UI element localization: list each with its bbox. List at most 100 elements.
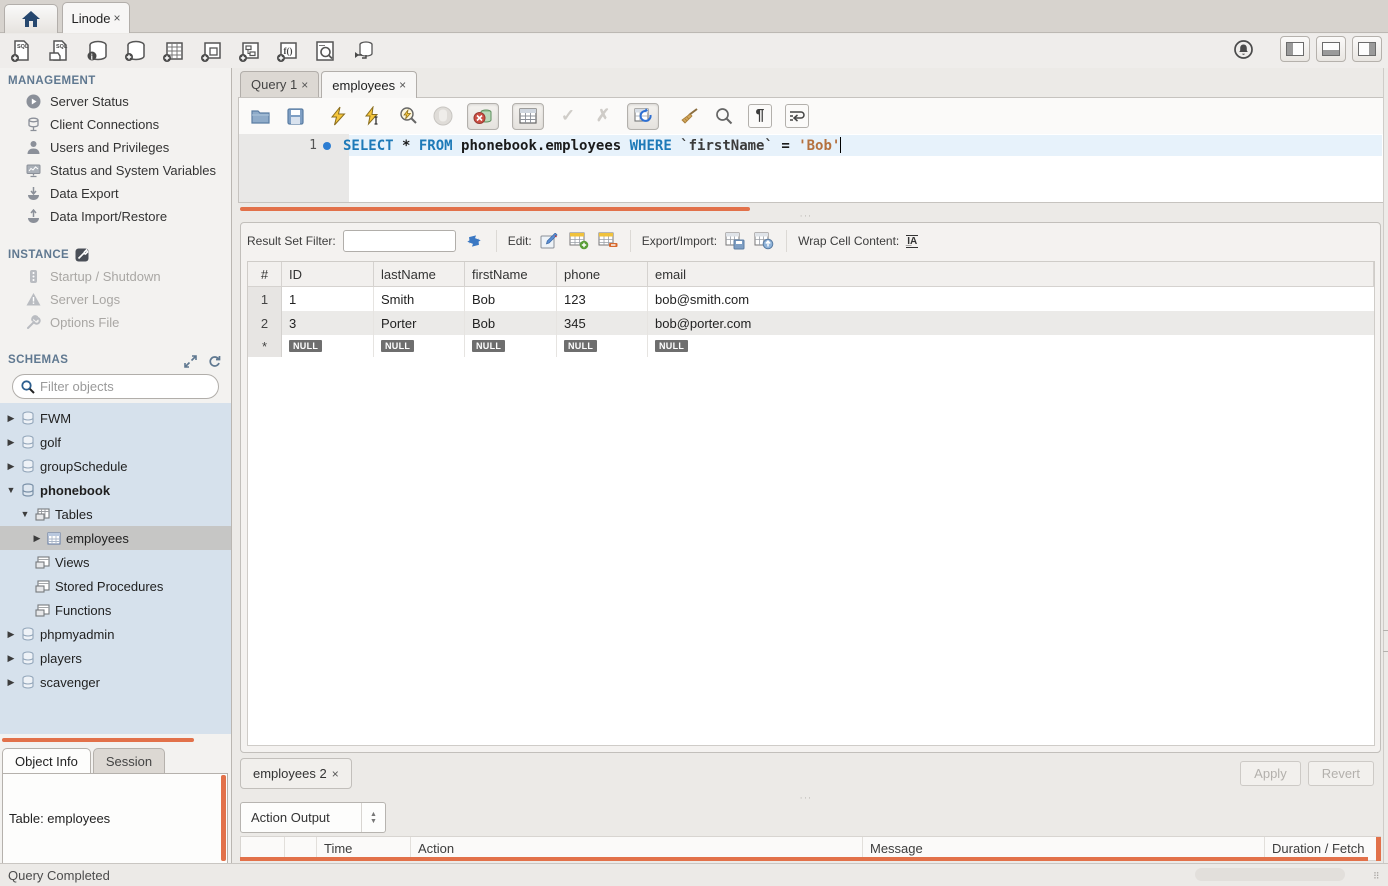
tree-item-table-employees[interactable]: ▶ employees — [0, 526, 231, 550]
column-header-rownum[interactable]: # — [248, 262, 282, 286]
insert-row-icon[interactable] — [568, 231, 590, 251]
sql-statement[interactable]: SELECT * FROM phonebook.employees WHERE … — [343, 137, 841, 154]
sidebar-item-users-privileges[interactable]: Users and Privileges — [0, 136, 231, 159]
home-tab[interactable] — [4, 4, 58, 33]
notifications-icon[interactable] — [1230, 36, 1256, 62]
create-table-icon[interactable] — [160, 38, 186, 64]
collapsed-arrow-icon[interactable]: ▶ — [6, 437, 16, 448]
sidebar-item-server-logs[interactable]: Server Logs — [0, 288, 231, 311]
window-resize-grip[interactable]: ⠿ — [1373, 871, 1385, 883]
sidebar-item-options-file[interactable]: Options File — [0, 311, 231, 334]
create-function-icon[interactable]: f() — [274, 38, 300, 64]
sidebar-item-client-connections[interactable]: Client Connections — [0, 113, 231, 136]
collapsed-arrow-icon[interactable]: ▶ — [6, 461, 16, 472]
grid-cell[interactable]: Smith — [374, 287, 465, 311]
column-header-phone[interactable]: phone — [557, 262, 648, 286]
tree-item-schema[interactable]: ▶ scavenger — [0, 670, 231, 694]
column-header-firstname[interactable]: firstName — [465, 262, 557, 286]
output-selector[interactable]: Action Output ▲▼ — [240, 802, 386, 833]
beautify-script-icon[interactable] — [678, 105, 700, 127]
row-number-cell[interactable]: * — [248, 335, 282, 357]
result-filter-input[interactable] — [343, 230, 456, 252]
toggle-output-area-button[interactable] — [1316, 36, 1346, 62]
refresh-results-icon[interactable] — [463, 231, 485, 251]
tab-employees-2[interactable]: employees 2 × — [240, 758, 352, 789]
grid-cell[interactable]: 3 — [282, 311, 374, 335]
editor-result-splitter[interactable]: ∙∙∙ — [800, 211, 813, 220]
toggle-stop-on-error-button[interactable] — [467, 103, 499, 130]
tree-item-schema[interactable]: ▶ FWM — [0, 406, 231, 430]
find-icon[interactable] — [713, 105, 735, 127]
toggle-autocommit-button[interactable] — [627, 103, 659, 130]
column-header-id[interactable]: ID — [282, 262, 374, 286]
grid-cell[interactable]: NULL — [374, 335, 465, 357]
tab-close-icon[interactable]: × — [301, 78, 308, 92]
tab-session[interactable]: Session — [93, 748, 165, 773]
sidebar-item-data-import[interactable]: Data Import/Restore — [0, 205, 231, 228]
collapsed-arrow-icon[interactable]: ▶ — [32, 533, 42, 544]
create-schema-icon[interactable] — [122, 38, 148, 64]
right-panel-grip[interactable] — [1383, 630, 1388, 652]
create-view-icon[interactable] — [198, 38, 224, 64]
create-procedure-icon[interactable] — [236, 38, 262, 64]
tree-item-schema[interactable]: ▶ phpmyadmin — [0, 622, 231, 646]
tab-object-info[interactable]: Object Info — [2, 748, 91, 773]
server-info-icon[interactable]: i — [84, 38, 110, 64]
tree-item-schema-phonebook[interactable]: ▼ phonebook — [0, 478, 231, 502]
save-script-icon[interactable] — [284, 105, 306, 127]
row-number-cell[interactable]: 2 — [248, 311, 282, 335]
toggle-secondary-sidebar-button[interactable] — [1352, 36, 1382, 62]
collapsed-arrow-icon[interactable]: ▶ — [6, 677, 16, 688]
limit-rows-button[interactable] — [512, 103, 544, 130]
grid-cell[interactable]: bob@porter.com — [648, 311, 1374, 335]
column-header-lastname[interactable]: lastName — [374, 262, 465, 286]
grid-cell[interactable]: NULL — [465, 335, 557, 357]
sidebar-item-data-export[interactable]: Data Export — [0, 182, 231, 205]
expanded-arrow-icon[interactable]: ▼ — [20, 509, 30, 519]
tree-item-schema[interactable]: ▶ groupSchedule — [0, 454, 231, 478]
output-selector-spinner-icon[interactable]: ▲▼ — [361, 803, 385, 832]
grid-cell[interactable]: 1 — [282, 287, 374, 311]
collapsed-arrow-icon[interactable]: ▶ — [6, 629, 16, 640]
apply-button[interactable]: Apply — [1240, 761, 1301, 786]
open-script-icon[interactable] — [249, 105, 271, 127]
wrap-text-icon[interactable] — [785, 104, 809, 128]
toggle-sidebar-button[interactable] — [1280, 36, 1310, 62]
tab-employees[interactable]: employees × — [321, 71, 417, 98]
collapsed-arrow-icon[interactable]: ▶ — [6, 413, 16, 424]
open-sql-script-icon[interactable]: SQL — [46, 38, 72, 64]
tree-item-tables-folder[interactable]: ▼ Tables — [0, 502, 231, 526]
show-invisibles-icon[interactable]: ¶ — [748, 104, 772, 128]
tree-item-schema[interactable]: ▶ players — [0, 646, 231, 670]
column-header-email[interactable]: email — [648, 262, 1374, 286]
sidebar-item-status-system-variables[interactable]: Status and System Variables — [0, 159, 231, 182]
connection-tab[interactable]: Linode × — [62, 2, 130, 33]
explain-plan-icon[interactable] — [397, 105, 419, 127]
tab-close-icon[interactable]: × — [399, 78, 406, 92]
connection-tab-close-icon[interactable]: × — [114, 11, 121, 25]
tree-horizontal-scrollbar[interactable] — [2, 738, 194, 742]
grid-cell[interactable]: Bob — [465, 311, 557, 335]
tab-query-1[interactable]: Query 1 × — [240, 71, 319, 97]
grid-cell[interactable]: Bob — [465, 287, 557, 311]
tab-close-icon[interactable]: × — [332, 767, 339, 781]
grid-cell[interactable]: 123 — [557, 287, 648, 311]
expand-schemas-icon[interactable] — [184, 355, 197, 368]
delete-row-icon[interactable] — [597, 231, 619, 251]
rollback-icon[interactable]: ✗ — [592, 105, 614, 127]
grid-cell[interactable]: NULL — [282, 335, 374, 357]
commit-icon[interactable]: ✓ — [557, 105, 579, 127]
revert-button[interactable]: Revert — [1308, 761, 1374, 786]
tree-item-functions-folder[interactable]: Functions — [0, 598, 231, 622]
execute-current-statement-icon[interactable] — [362, 105, 384, 127]
expanded-arrow-icon[interactable]: ▼ — [6, 485, 16, 495]
wrap-cell-content-icon[interactable]: I̲A — [906, 235, 918, 248]
output-horizontal-scrollbar[interactable] — [240, 857, 1368, 861]
output-vertical-scrollbar[interactable] — [1376, 837, 1381, 861]
tree-item-stored-procedures-folder[interactable]: Stored Procedures — [0, 574, 231, 598]
reconnect-dbms-icon[interactable] — [350, 38, 376, 64]
result-output-splitter[interactable]: ∙∙∙ — [800, 793, 813, 802]
stop-query-icon[interactable] — [432, 105, 454, 127]
grid-cell[interactable]: 345 — [557, 311, 648, 335]
new-sql-tab-icon[interactable]: SQL — [8, 38, 34, 64]
